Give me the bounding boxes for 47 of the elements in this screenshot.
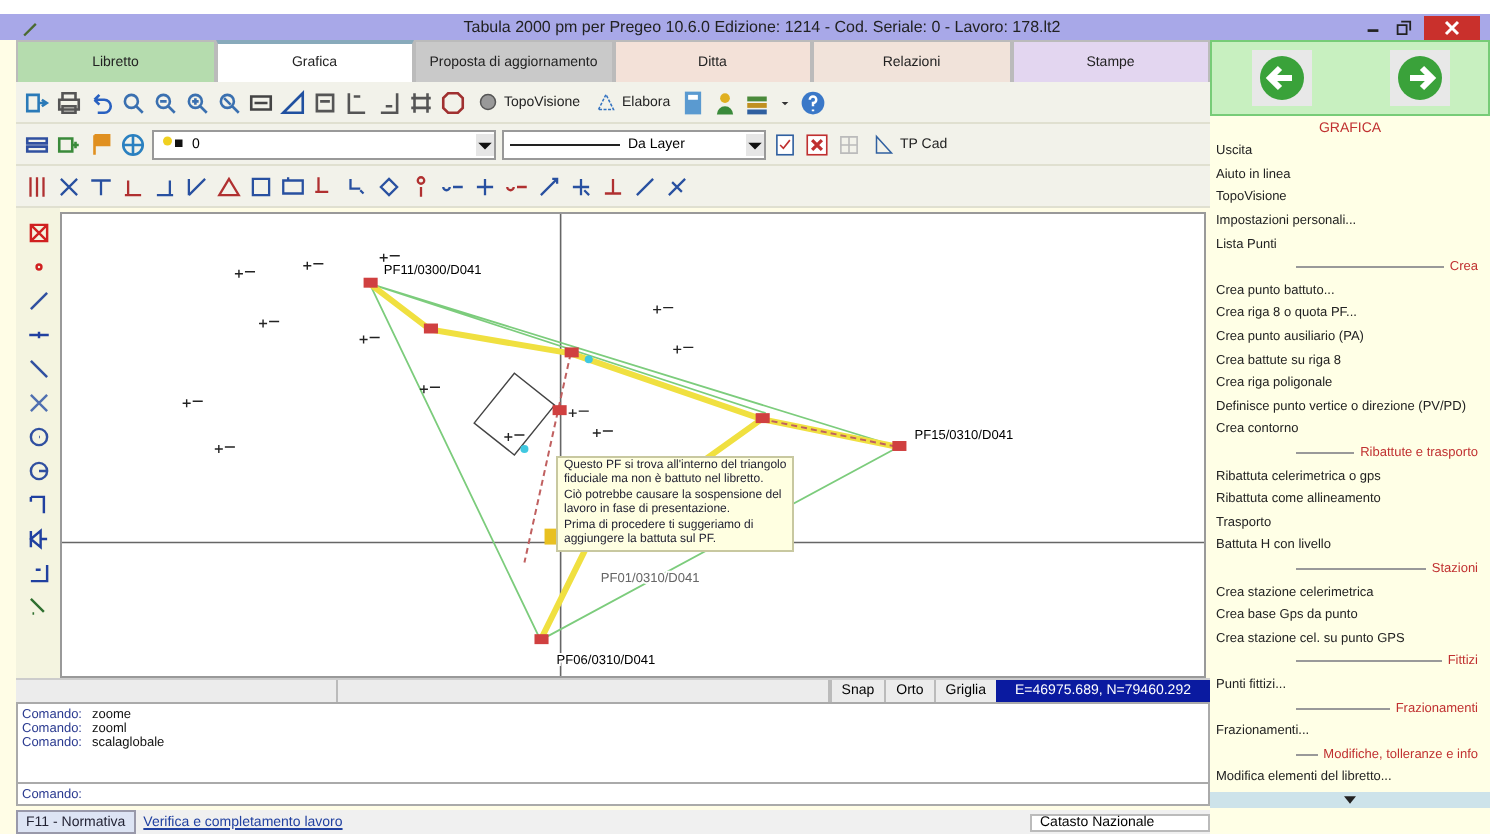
triangle-icon[interactable] xyxy=(280,89,306,115)
layer-add-icon[interactable] xyxy=(56,131,82,157)
drawing-tool-icon[interactable] xyxy=(216,173,242,199)
delete-icon[interactable] xyxy=(804,131,830,157)
printer-icon[interactable] xyxy=(56,89,82,115)
zoom-icon[interactable] xyxy=(120,89,146,115)
drawing-tool-icon[interactable] xyxy=(472,173,498,199)
drawing-tool-icon[interactable] xyxy=(600,173,626,199)
drawing-tool-icon[interactable] xyxy=(280,173,306,199)
zoom-icon[interactable] xyxy=(216,89,242,115)
caret-icon xyxy=(1344,796,1356,804)
help-icon[interactable] xyxy=(800,89,827,115)
zoom-icon[interactable] xyxy=(184,89,210,115)
line-icon[interactable] xyxy=(25,356,51,382)
axis-icon[interactable] xyxy=(344,89,370,115)
frame-icon[interactable] xyxy=(408,89,434,115)
drawing-tool-icon[interactable] xyxy=(344,173,370,199)
close-icon[interactable] xyxy=(1424,15,1480,39)
drawing-tool-icon[interactable] xyxy=(88,173,114,199)
cross-icon[interactable] xyxy=(25,390,51,416)
layers-icon[interactable] xyxy=(24,131,50,157)
person-icon[interactable] xyxy=(712,89,739,115)
cross-icon[interactable] xyxy=(25,220,51,246)
drawing-tool-icon[interactable] xyxy=(664,173,690,199)
drawing-tool-icon[interactable] xyxy=(56,173,82,199)
octagon-icon[interactable] xyxy=(440,89,466,115)
triangle-icon xyxy=(594,90,619,114)
drawing-tool-icon[interactable] xyxy=(632,173,658,199)
checklist-icon[interactable] xyxy=(772,131,798,157)
drawing-tool-icon[interactable] xyxy=(536,173,562,199)
globe-icon[interactable] xyxy=(120,131,146,157)
drawing-tool-icon[interactable] xyxy=(24,173,50,199)
line-sample xyxy=(510,143,620,145)
zoom-icon[interactable] xyxy=(152,89,178,115)
undo-icon[interactable] xyxy=(88,89,114,115)
window-title: Tabula 2000 pm per Pregeo 10.6.0 Edizione: 1214 - Cod. Seriale: 0 - Lavoro: 178.lt2 xyxy=(461,18,1063,36)
exit-icon[interactable] xyxy=(24,89,50,115)
bracket-icon[interactable] xyxy=(25,492,51,518)
line-icon[interactable] xyxy=(25,288,51,314)
corner-icon[interactable] xyxy=(25,560,51,586)
restore-icon[interactable] xyxy=(1394,18,1412,36)
drawing-tool-icon[interactable] xyxy=(568,173,594,199)
drawing-tool-icon[interactable] xyxy=(376,173,402,199)
drawing-tool-icon[interactable] xyxy=(184,173,210,199)
axis-icon[interactable] xyxy=(376,89,402,115)
calculator-icon[interactable] xyxy=(680,89,707,115)
drawing-tool-icon[interactable] xyxy=(248,173,274,199)
